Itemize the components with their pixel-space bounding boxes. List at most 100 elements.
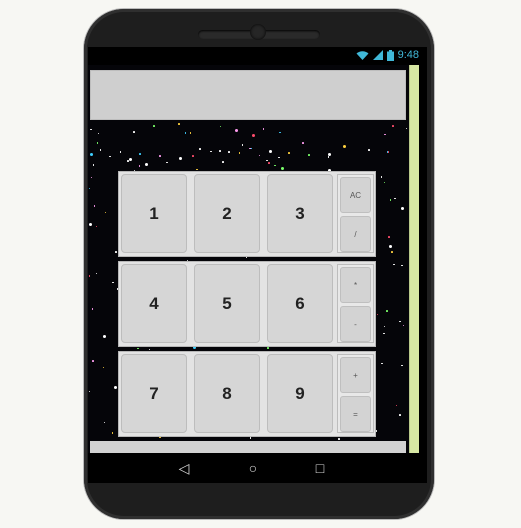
- key-subtract[interactable]: -: [340, 306, 371, 342]
- star: [199, 148, 201, 150]
- star: [219, 150, 221, 152]
- star: [178, 157, 182, 161]
- star: [234, 129, 238, 133]
- star: [138, 165, 141, 167]
- key-multiply[interactable]: *: [340, 267, 371, 303]
- star: [380, 176, 383, 178]
- phone-frame: 9:48 1 2 3 AC / 4 5 6 * - 7 8 9 + = ◁ ○ …: [84, 9, 434, 519]
- screen-edge: [419, 65, 427, 453]
- key-1[interactable]: 1: [121, 174, 187, 253]
- key-7[interactable]: 7: [121, 354, 187, 433]
- star: [342, 144, 346, 148]
- back-icon[interactable]: ◁: [174, 459, 194, 477]
- star: [129, 157, 133, 161]
- star: [97, 132, 100, 135]
- star: [222, 161, 224, 163]
- star: [88, 390, 91, 393]
- keypad-row-3: 7 8 9 + =: [118, 351, 376, 437]
- star: [302, 142, 304, 144]
- star: [210, 150, 212, 153]
- key-add[interactable]: +: [340, 357, 371, 393]
- star: [389, 244, 393, 248]
- key-divide[interactable]: /: [340, 216, 371, 252]
- star: [388, 236, 390, 238]
- star: [338, 438, 340, 440]
- star: [268, 162, 270, 164]
- star: [400, 207, 404, 211]
- status-time: 9:48: [397, 49, 419, 61]
- star: [184, 132, 187, 134]
- star: [92, 164, 95, 166]
- signal-icon: [372, 49, 383, 60]
- star: [137, 347, 139, 350]
- key-8[interactable]: 8: [194, 354, 260, 433]
- star: [166, 161, 168, 164]
- key-6[interactable]: 6: [267, 264, 333, 343]
- star: [133, 131, 135, 133]
- star: [109, 155, 111, 158]
- star: [266, 159, 268, 162]
- star: [93, 205, 96, 207]
- star: [395, 404, 398, 407]
- keypad-row-2: 4 5 6 * -: [118, 261, 376, 347]
- star: [91, 308, 94, 310]
- operator-column-2: * -: [337, 264, 374, 343]
- star: [368, 149, 370, 151]
- star: [383, 325, 386, 328]
- star: [279, 131, 281, 134]
- star: [241, 144, 244, 146]
- front-camera: [250, 24, 266, 40]
- star: [112, 281, 114, 284]
- keypad-row-1: 1 2 3 AC /: [118, 171, 376, 257]
- star: [251, 134, 255, 138]
- star: [249, 147, 251, 150]
- operator-column-3: + =: [337, 354, 374, 433]
- star: [90, 176, 93, 179]
- star: [405, 127, 408, 129]
- star: [381, 362, 383, 365]
- key-2[interactable]: 2: [194, 174, 260, 253]
- star: [103, 421, 106, 424]
- star: [178, 123, 180, 125]
- status-bar: 9:48: [88, 47, 427, 65]
- star: [189, 132, 192, 134]
- star: [115, 251, 117, 253]
- star: [268, 150, 272, 154]
- star: [274, 164, 276, 167]
- key-equals[interactable]: =: [340, 396, 371, 432]
- home-icon[interactable]: ○: [243, 459, 263, 477]
- bottom-strip: [90, 441, 406, 453]
- star: [383, 181, 386, 184]
- star: [89, 153, 93, 157]
- star: [402, 324, 405, 327]
- star: [96, 142, 99, 144]
- star: [102, 366, 105, 369]
- recents-icon[interactable]: □: [310, 459, 330, 477]
- wifi-icon: [356, 50, 369, 60]
- star: [401, 264, 403, 267]
- key-9[interactable]: 9: [267, 354, 333, 433]
- star: [386, 310, 388, 312]
- star: [249, 437, 252, 439]
- star: [127, 160, 129, 162]
- navigation-bar: ◁ ○ □: [88, 453, 427, 483]
- star: [159, 155, 161, 157]
- star: [258, 154, 260, 156]
- star: [281, 167, 285, 171]
- operator-column-1: AC /: [337, 174, 374, 253]
- star: [383, 332, 385, 334]
- key-clear[interactable]: AC: [340, 177, 371, 213]
- star: [153, 125, 155, 127]
- star: [88, 275, 91, 277]
- star-background: 1 2 3 AC / 4 5 6 * - 7 8 9 + =: [88, 65, 409, 453]
- star: [228, 151, 230, 153]
- key-5[interactable]: 5: [194, 264, 260, 343]
- star: [387, 151, 390, 153]
- key-3[interactable]: 3: [267, 174, 333, 253]
- key-4[interactable]: 4: [121, 264, 187, 343]
- star: [399, 414, 401, 416]
- star: [139, 153, 141, 155]
- star: [238, 152, 241, 154]
- star: [95, 225, 98, 228]
- star: [262, 128, 265, 130]
